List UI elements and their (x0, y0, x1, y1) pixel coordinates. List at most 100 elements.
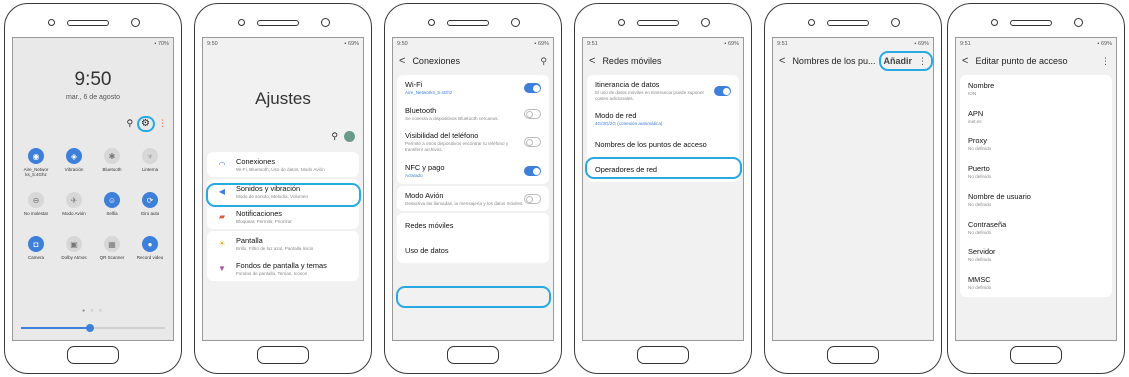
home-button[interactable] (257, 346, 309, 364)
back-arrow-icon[interactable]: < (779, 55, 785, 67)
quick-tile[interactable]: ▦ QR Scanner (93, 236, 131, 260)
list-item-bluetooth[interactable]: Bluetooth Se conecta a dispositivos Blue… (397, 101, 549, 127)
tile-label: Dolby Atmos (61, 255, 87, 260)
notification-icon: ▰ (218, 212, 226, 221)
field-value: No definido (968, 229, 992, 235)
back-arrow-icon[interactable]: < (589, 55, 595, 67)
settings-item-wallpapers[interactable]: ▼ Fondos de pantalla y temas Fondos de pa… (207, 256, 359, 281)
item-title: Sonidos y vibración (236, 184, 301, 193)
search-icon[interactable]: ⚲ (126, 118, 133, 129)
wifi-toggle[interactable] (524, 82, 541, 93)
quick-tile[interactable]: ◈ Vibración (55, 148, 93, 178)
list-item-apn[interactable]: Nombres de los puntos de acceso (587, 132, 739, 157)
quick-panel-actions: ⚲ ⚙ ⋮ (126, 118, 167, 129)
list-item-data-usage[interactable]: Uso de datos (397, 238, 549, 263)
status-bar: 9:51 ▪ 69% (956, 38, 1116, 49)
quick-tile[interactable]: ✈ Modo Avión (55, 192, 93, 216)
list-item-mobile-networks[interactable]: Redes móviles (397, 213, 549, 238)
tile-row-2: ⊖ No molestar ✈ Modo Avión ☺ Selfia ⟳ Giro auto (17, 192, 169, 216)
speaker-grill (827, 20, 869, 26)
home-button[interactable] (447, 346, 499, 364)
airplane-toggle[interactable] (524, 193, 541, 204)
quick-tile[interactable]: ▣ Dolby Atmos (55, 236, 93, 260)
gear-icon[interactable]: ⚙ (141, 118, 150, 129)
list-item-roaming[interactable]: Itinerancia de datos El uso de datos móv… (587, 75, 739, 106)
edit-apn-screen: 9:51 ▪ 69% < Editar punto de acceso ⋮ No… (955, 37, 1117, 341)
speaker-dot (618, 19, 625, 26)
list-item-operators[interactable]: Operadores de red (587, 157, 739, 182)
visibility-toggle[interactable] (524, 137, 541, 148)
tile-icon: ✈ (66, 192, 82, 208)
status-time: 9:51 (587, 40, 598, 47)
highlight-mobile-networks (396, 286, 551, 308)
quick-tile[interactable]: ⟳ Giro auto (131, 192, 169, 216)
list-item-wifi[interactable]: Wi-Fi Aire_Networks_5.4Ghz (397, 75, 549, 101)
apn-field[interactable]: APN inet.es (960, 103, 1112, 131)
home-button[interactable] (67, 346, 119, 364)
add-button[interactable]: Añadir (883, 56, 912, 66)
quick-tile[interactable]: ✱ Bluetooth (93, 148, 131, 178)
field-value: No definido (968, 174, 992, 180)
quick-tile[interactable]: ◘ Camera (17, 236, 55, 260)
tile-icon: ● (142, 236, 158, 252)
bluetooth-toggle[interactable] (524, 108, 541, 119)
tile-row-3: ◘ Camera ▣ Dolby Atmos ▦ QR Scanner ● Record vi… (17, 236, 169, 260)
item-subtitle: Se conecta a dispositivos Bluetooth cerc… (405, 115, 499, 121)
field-value: No definido (968, 201, 992, 207)
tile-label: Giro auto (140, 211, 160, 216)
search-icon[interactable]: ⚲ (331, 131, 338, 142)
list-item-visibility[interactable]: Visibilidad del teléfono Permite a otros… (397, 126, 549, 157)
connections-group-3: Redes móviles Uso de datos (397, 213, 549, 264)
status-battery: ▪ 70% (154, 40, 170, 47)
quick-tile[interactable]: ♆ Linterna (131, 148, 169, 178)
quick-tile[interactable]: ● Record video (131, 236, 169, 260)
more-options-icon[interactable]: ⋮ (1101, 56, 1110, 67)
more-options-icon[interactable]: ⋮ (918, 56, 927, 67)
brightness-slider[interactable] (21, 324, 165, 332)
home-button[interactable] (827, 346, 879, 364)
status-bar: 9:51 ▪ 69% (583, 38, 743, 49)
apn-field[interactable]: Nombre ION (960, 75, 1112, 103)
home-button[interactable] (1010, 346, 1062, 364)
apn-field[interactable]: Proxy No definido (960, 130, 1112, 158)
search-icon[interactable]: ⚲ (540, 56, 547, 67)
settings-item-sounds[interactable]: ◀ Sonidos y vibración Modo de sonido, Mel… (207, 179, 359, 204)
camera-icon (321, 18, 330, 27)
apn-field[interactable]: Nombre de usuario No definido (960, 186, 1112, 214)
quick-tile[interactable]: ⊖ No molestar (17, 192, 55, 216)
item-title: Notificaciones (236, 209, 283, 218)
more-options-icon[interactable]: ⋮ (158, 118, 167, 129)
item-subtitle: Aire_Networks_5.4Ghz (405, 90, 453, 95)
item-title: Conexiones (236, 157, 276, 166)
settings-item-display[interactable]: ☀ Pantalla Brillo, Filtro de luz azul, Pa… (207, 231, 359, 256)
item-title: Wi-Fi (405, 80, 423, 89)
item-subtitle: Brillo, Filtro de luz azul, Pantalla Ini… (236, 246, 314, 251)
apn-field[interactable]: MMSC No definido (960, 269, 1112, 297)
avatar[interactable] (344, 131, 355, 142)
quick-tile[interactable]: ☺ Selfia (93, 192, 131, 216)
back-arrow-icon[interactable]: < (962, 55, 968, 67)
back-arrow-icon[interactable]: < (399, 55, 405, 67)
app-bar: < Nombres de los pu... Añadir ⋮ (773, 49, 933, 73)
app-bar: < Conexiones ⚲ (393, 49, 553, 73)
apn-field[interactable]: Puerto No definido (960, 158, 1112, 186)
home-button[interactable] (637, 346, 689, 364)
apn-field[interactable]: Contraseña No definido (960, 214, 1112, 242)
brush-icon: ▼ (218, 264, 226, 273)
speaker-dot (991, 19, 998, 26)
list-item-airplane[interactable]: Modo Avión Desactiva las llamadas, la me… (397, 186, 549, 212)
tile-icon: ▣ (66, 236, 82, 252)
wifi-icon: ◠ (218, 160, 226, 169)
status-battery: ▪ 69% (1097, 40, 1113, 47)
slider-knob[interactable] (85, 324, 94, 332)
quick-tile[interactable]: ◉ Aire_Networ ks_5.4Ghz (17, 148, 55, 178)
list-item-nfc[interactable]: NFC y pago Activado (397, 158, 549, 184)
nfc-toggle[interactable] (524, 165, 541, 176)
settings-group-1: ◠ Conexiones Wi-Fi, Bluetooth, Uso de dat… (207, 152, 359, 177)
settings-item-conexiones[interactable]: ◠ Conexiones Wi-Fi, Bluetooth, Uso de dat… (207, 152, 359, 177)
roaming-toggle[interactable] (714, 85, 731, 96)
list-item-network-mode[interactable]: Modo de red 4G/3G/2G (conexión automátic… (587, 106, 739, 132)
apn-field[interactable]: Servidor No definido (960, 241, 1112, 269)
settings-item-notifications[interactable]: ▰ Notificaciones Bloquear, Permitir, Prio… (207, 204, 359, 229)
apn-fields: Nombre ION APN inet.es Proxy No definido Puert… (960, 75, 1112, 297)
